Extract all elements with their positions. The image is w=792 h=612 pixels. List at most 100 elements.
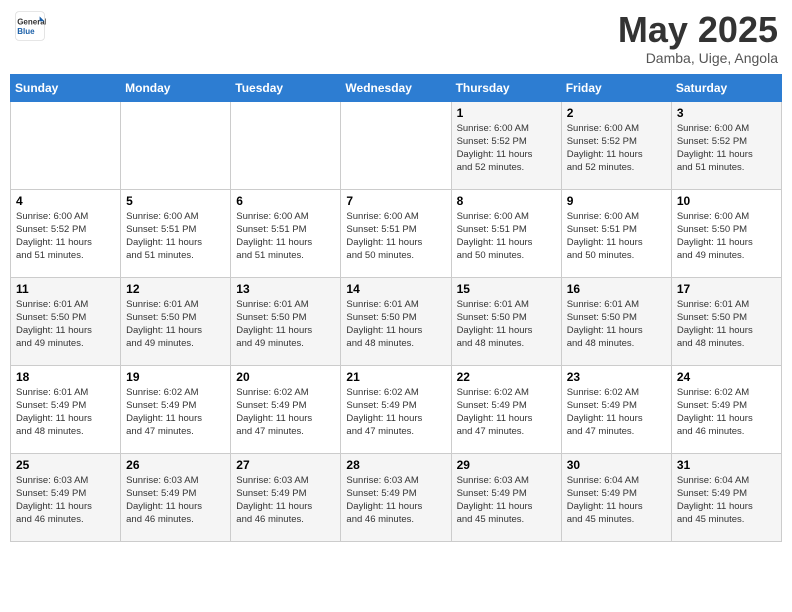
calendar-cell: 2Sunrise: 6:00 AM Sunset: 5:52 PM Daylig… (561, 101, 671, 189)
day-number: 11 (16, 282, 115, 296)
svg-text:Blue: Blue (17, 27, 35, 36)
day-info: Sunrise: 6:01 AM Sunset: 5:49 PM Dayligh… (16, 386, 115, 439)
calendar-week-row: 11 Sunrise: 6:01 AM Sunset: 5:50 PM Dayli… (11, 277, 782, 365)
logo: General Blue (14, 10, 50, 42)
day-info: Sunrise: 6:04 AM Sunset: 5:49 PM Dayligh… (677, 474, 776, 527)
day-info: Sunrise: 6:00 AM Sunset: 5:51 PM Dayligh… (567, 210, 666, 263)
day-info: Sunrise: 6:03 AM Sunset: 5:49 PM Dayligh… (457, 474, 556, 527)
day-info: Sunrise: 6:00 AM Sunset: 5:52 PM Dayligh… (677, 122, 776, 175)
day-number: 16 (567, 282, 666, 296)
day-number: 24 (677, 370, 776, 384)
weekday-header: Sunday (11, 74, 121, 101)
calendar-cell: 27Sunrise: 6:03 AM Sunset: 5:49 PM Dayli… (231, 453, 341, 541)
day-number: 19 (126, 370, 225, 384)
day-number: 20 (236, 370, 335, 384)
calendar-cell: 29 Sunrise: 6:03 AM Sunset: 5:49 PM Dayli… (451, 453, 561, 541)
day-info: Sunrise: 6:00 AM Sunset: 5:52 PM Dayligh… (16, 210, 115, 263)
calendar-cell: 22Sunrise: 6:02 AM Sunset: 5:49 PM Dayli… (451, 365, 561, 453)
calendar-cell: 17 Sunrise: 6:01 AM Sunset: 5:50 PM Dayli… (671, 277, 781, 365)
day-number: 8 (457, 194, 556, 208)
day-info: Sunrise: 6:03 AM Sunset: 5:49 PM Dayligh… (16, 474, 115, 527)
day-number: 15 (457, 282, 556, 296)
day-info: Sunrise: 6:01 AM Sunset: 5:50 PM Dayligh… (16, 298, 115, 351)
calendar-cell (231, 101, 341, 189)
day-number: 25 (16, 458, 115, 472)
day-number: 30 (567, 458, 666, 472)
calendar-cell: 21 Sunrise: 6:02 AM Sunset: 5:49 PM Dayli… (341, 365, 451, 453)
day-number: 3 (677, 106, 776, 120)
day-info: Sunrise: 6:00 AM Sunset: 5:50 PM Dayligh… (677, 210, 776, 263)
day-number: 5 (126, 194, 225, 208)
day-number: 12 (126, 282, 225, 296)
calendar-cell: 25 Sunrise: 6:03 AM Sunset: 5:49 PM Dayli… (11, 453, 121, 541)
day-number: 31 (677, 458, 776, 472)
day-info: Sunrise: 6:01 AM Sunset: 5:50 PM Dayligh… (346, 298, 445, 351)
calendar-cell: 11 Sunrise: 6:01 AM Sunset: 5:50 PM Dayli… (11, 277, 121, 365)
calendar-cell: 13Sunrise: 6:01 AM Sunset: 5:50 PM Dayli… (231, 277, 341, 365)
logo-icon: General Blue (14, 10, 46, 42)
day-info: Sunrise: 6:00 AM Sunset: 5:51 PM Dayligh… (457, 210, 556, 263)
day-number: 6 (236, 194, 335, 208)
day-info: Sunrise: 6:01 AM Sunset: 5:50 PM Dayligh… (126, 298, 225, 351)
day-number: 26 (126, 458, 225, 472)
weekday-header: Monday (121, 74, 231, 101)
calendar-cell: 15 Sunrise: 6:01 AM Sunset: 5:50 PM Dayli… (451, 277, 561, 365)
calendar-cell (11, 101, 121, 189)
weekday-header-row: SundayMondayTuesdayWednesdayThursdayFrid… (11, 74, 782, 101)
day-number: 9 (567, 194, 666, 208)
day-number: 4 (16, 194, 115, 208)
calendar-cell: 7 Sunrise: 6:00 AM Sunset: 5:51 PM Daylig… (341, 189, 451, 277)
day-number: 17 (677, 282, 776, 296)
calendar-cell: 19Sunrise: 6:02 AM Sunset: 5:49 PM Dayli… (121, 365, 231, 453)
day-info: Sunrise: 6:00 AM Sunset: 5:52 PM Dayligh… (457, 122, 556, 175)
calendar-cell (341, 101, 451, 189)
calendar-cell: 4 Sunrise: 6:00 AM Sunset: 5:52 PM Daylig… (11, 189, 121, 277)
calendar-cell: 1 Sunrise: 6:00 AM Sunset: 5:52 PM Daylig… (451, 101, 561, 189)
day-number: 10 (677, 194, 776, 208)
day-number: 28 (346, 458, 445, 472)
day-info: Sunrise: 6:03 AM Sunset: 5:49 PM Dayligh… (346, 474, 445, 527)
calendar-cell: 10 Sunrise: 6:00 AM Sunset: 5:50 PM Dayli… (671, 189, 781, 277)
weekday-header: Saturday (671, 74, 781, 101)
calendar-cell: 5 Sunrise: 6:00 AM Sunset: 5:51 PM Daylig… (121, 189, 231, 277)
day-info: Sunrise: 6:00 AM Sunset: 5:51 PM Dayligh… (126, 210, 225, 263)
day-info: Sunrise: 6:02 AM Sunset: 5:49 PM Dayligh… (677, 386, 776, 439)
day-info: Sunrise: 6:02 AM Sunset: 5:49 PM Dayligh… (567, 386, 666, 439)
month-title: May 2025 (618, 10, 778, 50)
weekday-header: Wednesday (341, 74, 451, 101)
calendar-week-row: 25 Sunrise: 6:03 AM Sunset: 5:49 PM Dayli… (11, 453, 782, 541)
calendar-week-row: 4 Sunrise: 6:00 AM Sunset: 5:52 PM Daylig… (11, 189, 782, 277)
day-info: Sunrise: 6:01 AM Sunset: 5:50 PM Dayligh… (677, 298, 776, 351)
day-number: 7 (346, 194, 445, 208)
day-number: 29 (457, 458, 556, 472)
calendar-cell: 30Sunrise: 6:04 AM Sunset: 5:49 PM Dayli… (561, 453, 671, 541)
location: Damba, Uige, Angola (618, 50, 778, 66)
calendar-cell: 6 Sunrise: 6:00 AM Sunset: 5:51 PM Daylig… (231, 189, 341, 277)
day-info: Sunrise: 6:02 AM Sunset: 5:49 PM Dayligh… (346, 386, 445, 439)
calendar-cell: 16 Sunrise: 6:01 AM Sunset: 5:50 PM Dayli… (561, 277, 671, 365)
day-number: 1 (457, 106, 556, 120)
day-info: Sunrise: 6:01 AM Sunset: 5:50 PM Dayligh… (236, 298, 335, 351)
day-info: Sunrise: 6:01 AM Sunset: 5:50 PM Dayligh… (457, 298, 556, 351)
weekday-header: Tuesday (231, 74, 341, 101)
calendar-cell: 20 Sunrise: 6:02 AM Sunset: 5:49 PM Dayli… (231, 365, 341, 453)
day-info: Sunrise: 6:00 AM Sunset: 5:51 PM Dayligh… (236, 210, 335, 263)
weekday-header: Thursday (451, 74, 561, 101)
calendar-cell: 8 Sunrise: 6:00 AM Sunset: 5:51 PM Daylig… (451, 189, 561, 277)
calendar-week-row: 1 Sunrise: 6:00 AM Sunset: 5:52 PM Daylig… (11, 101, 782, 189)
page-header: General Blue May 2025 Damba, Uige, Angol… (10, 10, 782, 66)
calendar-cell: 12 Sunrise: 6:01 AM Sunset: 5:50 PM Dayli… (121, 277, 231, 365)
day-info: Sunrise: 6:00 AM Sunset: 5:51 PM Dayligh… (346, 210, 445, 263)
calendar-week-row: 18Sunrise: 6:01 AM Sunset: 5:49 PM Dayli… (11, 365, 782, 453)
calendar-cell: 31 Sunrise: 6:04 AM Sunset: 5:49 PM Dayli… (671, 453, 781, 541)
calendar-table: SundayMondayTuesdayWednesdayThursdayFrid… (10, 74, 782, 542)
day-info: Sunrise: 6:02 AM Sunset: 5:49 PM Dayligh… (236, 386, 335, 439)
calendar-cell: 26Sunrise: 6:03 AM Sunset: 5:49 PM Dayli… (121, 453, 231, 541)
calendar-cell: 23Sunrise: 6:02 AM Sunset: 5:49 PM Dayli… (561, 365, 671, 453)
day-number: 21 (346, 370, 445, 384)
calendar-cell: 3 Sunrise: 6:00 AM Sunset: 5:52 PM Daylig… (671, 101, 781, 189)
calendar-cell: 9 Sunrise: 6:00 AM Sunset: 5:51 PM Daylig… (561, 189, 671, 277)
day-info: Sunrise: 6:00 AM Sunset: 5:52 PM Dayligh… (567, 122, 666, 175)
day-info: Sunrise: 6:01 AM Sunset: 5:50 PM Dayligh… (567, 298, 666, 351)
weekday-header: Friday (561, 74, 671, 101)
